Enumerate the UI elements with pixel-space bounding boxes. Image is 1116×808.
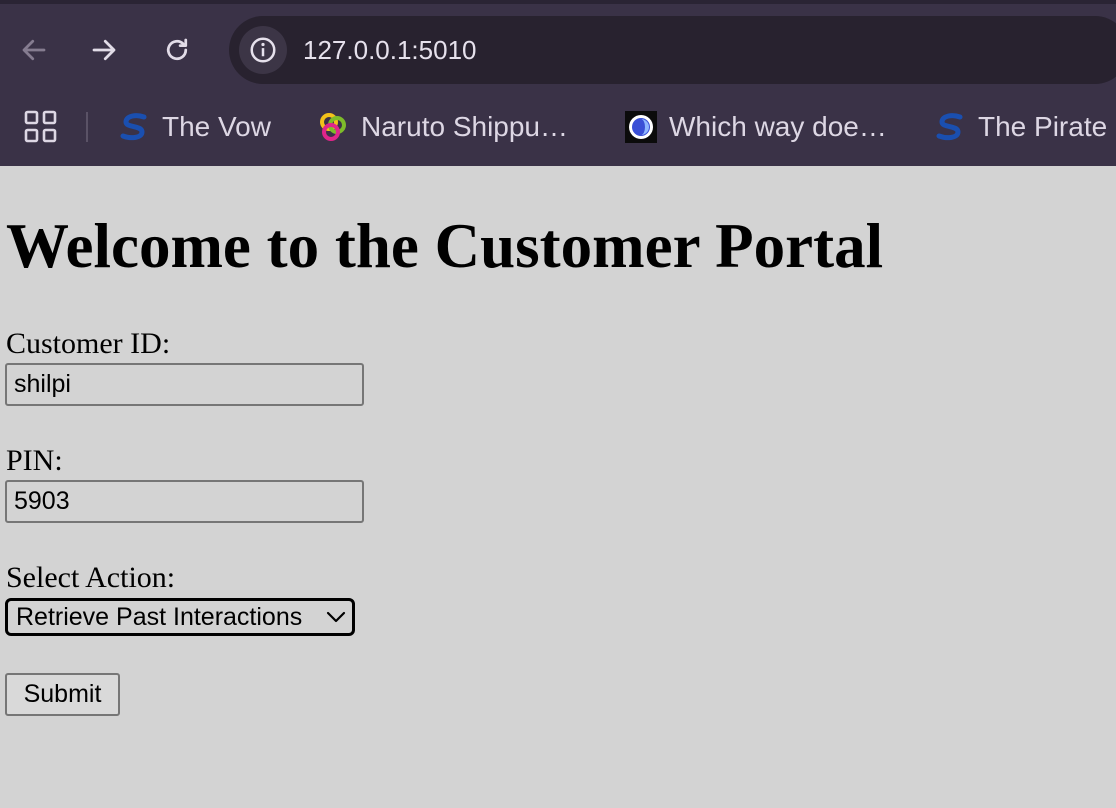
site-info-button[interactable] (239, 26, 287, 74)
forward-button[interactable] (84, 30, 124, 70)
bookmark-label: Naruto Shippu… (361, 111, 569, 142)
url-text[interactable]: 127.0.0.1:5010 (303, 16, 477, 84)
bookmark-naruto-shippuden[interactable]: Naruto Shippu… (317, 104, 568, 150)
action-select[interactable]: Retrieve Past Interactions (5, 598, 355, 636)
reload-button[interactable] (157, 30, 197, 70)
browser-chrome: 127.0.0.1:5010 The Vow Naruto Shippu… Wh… (0, 0, 1116, 166)
bookmark-the-pirate[interactable]: The Pirate (934, 104, 1107, 150)
s-logo-icon (934, 111, 966, 143)
bookmark-which-way[interactable]: Which way doe… (625, 104, 887, 150)
bookmark-label: The Pirate (978, 111, 1108, 142)
arrow-right-icon (92, 39, 116, 61)
info-icon (250, 37, 276, 63)
bookmark-the-vow[interactable]: The Vow (118, 104, 271, 150)
reload-icon (166, 38, 188, 61)
browser-toolbar: 127.0.0.1:5010 (0, 4, 1116, 96)
pin-label: PIN: (6, 444, 63, 477)
customer-id-label: Customer ID: (6, 327, 171, 360)
bookmark-label: The Vow (162, 111, 271, 142)
arrow-left-icon (22, 39, 46, 61)
rings-logo-icon (317, 111, 349, 143)
bookmark-label: Which way doe… (669, 111, 887, 142)
page-title: Welcome to the Customer Portal (6, 211, 884, 281)
action-label: Select Action: (6, 561, 176, 594)
bookmarks-bar: The Vow Naruto Shippu… Which way doe… Th… (0, 96, 1116, 166)
bookmarks-divider (86, 112, 88, 142)
submit-button[interactable]: Submit (5, 673, 120, 716)
apps-grid-icon[interactable] (24, 110, 58, 144)
page-content: Welcome to the Customer Portal Customer … (0, 166, 1116, 808)
pin-input[interactable]: 5903 (5, 480, 364, 523)
s-logo-icon (118, 111, 150, 143)
customer-id-input[interactable]: shilpi (5, 363, 364, 406)
action-select-value: Retrieve Past Interactions (16, 603, 303, 631)
back-button[interactable] (14, 30, 54, 70)
chevron-down-icon (326, 611, 346, 623)
globe-logo-icon (625, 111, 657, 143)
address-bar[interactable]: 127.0.0.1:5010 (229, 16, 1116, 84)
